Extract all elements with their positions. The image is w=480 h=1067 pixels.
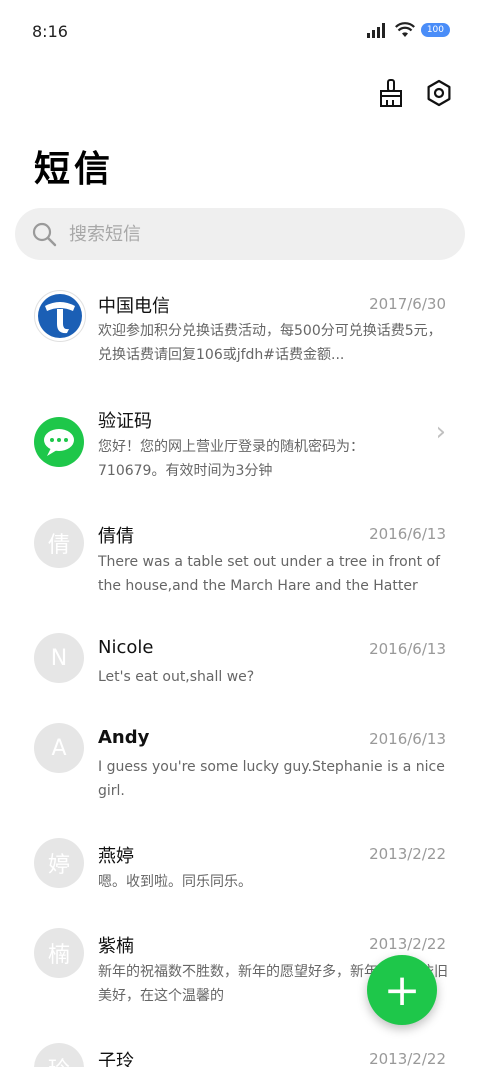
chat-icon [34,417,84,467]
avatar: N [34,633,84,683]
message-date: 2017/6/30 [369,295,446,313]
message-date: 2016/6/13 [369,640,446,658]
avatar: 楠 [34,928,84,978]
conversation-item[interactable]: N Nicole 2016/6/13 Let's eat out,shall w… [0,625,480,715]
contact-name: 中国电信 [98,296,170,317]
message-date: 2016/6/13 [369,730,446,748]
settings-icon[interactable] [424,78,454,108]
contact-name: 倩倩 [98,526,134,547]
message-preview: Let's eat out,shall we? [98,669,255,685]
search-bar[interactable] [15,208,465,260]
conversation-item[interactable]: 验证码 › 您好！您的网上营业厅登录的随机密码为：710679。有效时间为3分钟 [0,395,480,505]
plus-icon: + [383,964,421,1016]
message-date: 2013/2/22 [369,935,446,953]
search-icon [32,222,57,247]
message-preview: 您好！您的网上营业厅登录的随机密码为：710679。有效时间为3分钟 [98,439,364,479]
message-preview: I guess you're some lucky guy.Stephanie … [98,759,445,799]
conversation-item[interactable]: A Andy 2016/6/13 I guess you're some luc… [0,715,480,825]
message-preview: 嗯。收到啦。同乐同乐。 [98,874,252,890]
contact-name: Nicole [98,637,154,658]
avatar: A [34,723,84,773]
conversation-item[interactable]: 玲 子玲 2013/2/22 [0,1035,480,1067]
avatar: 倩 [34,518,84,568]
avatar: 婷 [34,838,84,888]
battery-indicator: 100 [420,23,450,37]
contact-name: 子玲 [98,1051,134,1067]
status-bar: 8:16 100 [0,0,480,66]
message-date: 2016/6/13 [369,525,446,543]
message-date: 2013/2/22 [369,845,446,863]
contact-name: 验证码 [98,411,152,432]
status-icons: 100 [366,22,450,38]
contact-name: 紫楠 [98,936,134,957]
telecom-logo-icon [34,290,86,342]
conversation-item[interactable]: 中国电信 2017/6/30 欢迎参加积分兑换话费活动，每500分可兑换话费5元… [0,280,480,390]
page-title: 短信 [34,149,115,190]
chevron-right-icon[interactable]: › [436,417,446,447]
search-input[interactable] [67,222,451,246]
signal-icon [366,23,385,38]
message-preview: 欢迎参加积分兑换话费活动，每500分可兑换话费5元，兑换话费请回复106或jfd… [98,323,442,363]
contact-name: Andy [98,727,150,748]
contact-name: 燕婷 [98,846,134,867]
conversation-item[interactable]: 倩 倩倩 2016/6/13 There was a table set out… [0,510,480,620]
status-time: 8:16 [32,22,68,41]
wifi-icon [394,22,415,37]
message-preview: There was a table set out under a tree i… [98,554,441,594]
top-actions [376,78,454,108]
avatar: 玲 [34,1043,84,1067]
broom-icon[interactable] [376,78,406,108]
new-message-button[interactable]: + [367,955,437,1025]
conversation-item[interactable]: 婷 燕婷 2013/2/22 嗯。收到啦。同乐同乐。 [0,830,480,920]
message-date: 2013/2/22 [369,1050,446,1067]
